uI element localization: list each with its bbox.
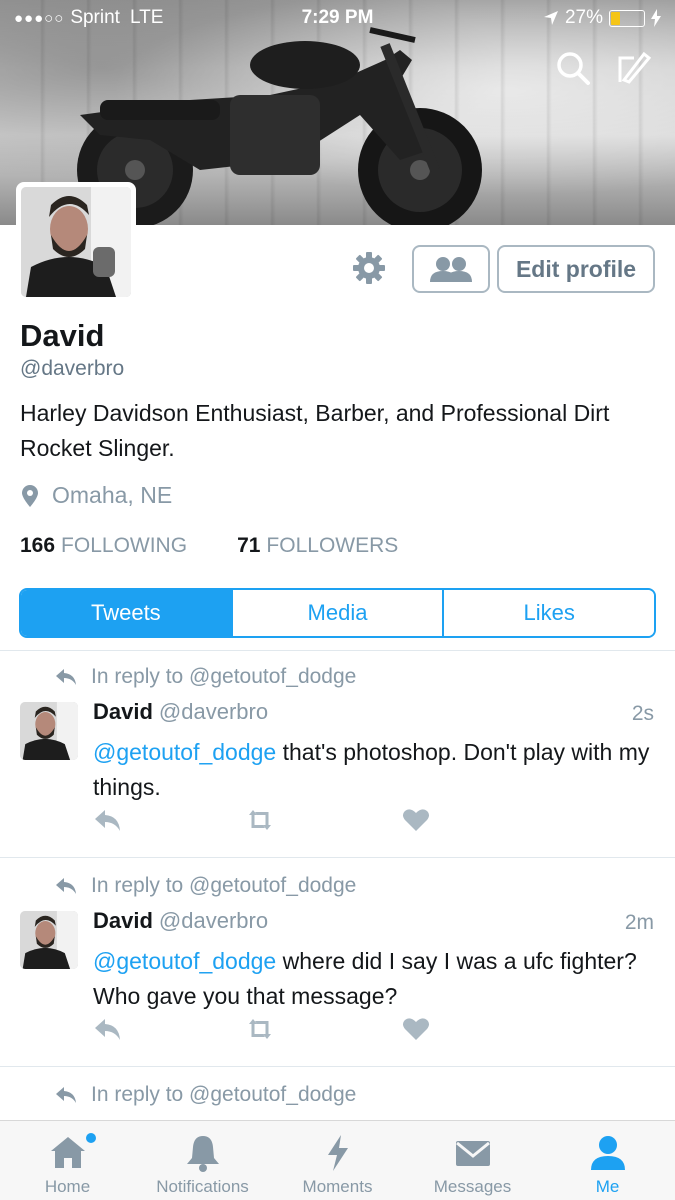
tab-media[interactable]: Media — [232, 590, 445, 636]
nav-me-label: Me — [595, 1177, 620, 1196]
tweet-avatar[interactable] — [20, 702, 78, 760]
followers-stat[interactable]: 71 FOLLOWERS — [237, 534, 398, 558]
tab-tweets[interactable]: Tweets — [21, 590, 233, 636]
tweet-actions — [93, 1014, 433, 1044]
profile-name: David — [20, 318, 105, 353]
divider — [0, 650, 675, 651]
network-type: LTE — [129, 7, 164, 28]
nav-me[interactable]: Me — [540, 1121, 675, 1200]
tweet-author-name[interactable]: David — [93, 908, 153, 933]
divider — [0, 857, 675, 858]
carrier-name: Sprint — [70, 7, 120, 28]
reply-context: In reply to @getoutof_dodge — [55, 874, 356, 898]
location-pin-icon — [22, 484, 38, 507]
retweet-icon[interactable] — [245, 1014, 275, 1044]
home-icon — [50, 1137, 85, 1168]
following-label: FOLLOWING — [61, 534, 188, 557]
nav-notifications-label: Notifications — [156, 1177, 249, 1196]
nav-home[interactable]: Home — [0, 1121, 135, 1200]
tweet-header: David @daverbro — [93, 699, 268, 725]
tweet-item[interactable]: In reply to @getoutof_dodge — [0, 1083, 675, 1119]
nav-messages-label: Messages — [433, 1177, 512, 1196]
reply-arrow-icon — [56, 1087, 76, 1103]
reply-context: In reply to @getoutof_dodge — [55, 665, 356, 689]
location-text: Omaha, NE — [52, 482, 173, 508]
avatar-photo — [20, 702, 78, 760]
nav-notifications[interactable]: Notifications — [135, 1121, 270, 1200]
retweet-icon[interactable] — [245, 805, 275, 835]
settings-gear-icon[interactable] — [352, 251, 386, 285]
tweet-text: @getoutof_dodge that's photoshop. Don't … — [93, 735, 653, 805]
profile-stats: 166 FOLLOWING 71 FOLLOWERS — [20, 534, 398, 558]
reply-icon[interactable] — [93, 1014, 123, 1044]
tweet-text: @getoutof_dodge where did I say I was a … — [93, 944, 653, 1014]
profile-handle: @daverbro — [20, 357, 125, 380]
signal-strength: ●●●○○ — [14, 9, 65, 27]
following-stat[interactable]: 166 FOLLOWING — [20, 534, 187, 558]
charging-bolt-icon — [651, 9, 661, 27]
search-icon[interactable] — [553, 48, 593, 88]
location-arrow-icon — [543, 11, 558, 25]
lists-button[interactable] — [412, 245, 490, 293]
tweet-timestamp: 2s — [631, 702, 654, 725]
following-count: 166 — [20, 534, 56, 557]
tweet-author-handle: @daverbro — [158, 699, 269, 724]
profile-avatar[interactable] — [16, 182, 136, 302]
reply-context-text[interactable]: In reply to @getoutof_dodge — [91, 874, 356, 898]
avatar-photo — [21, 187, 131, 297]
like-heart-icon[interactable] — [401, 1014, 431, 1044]
battery-icon — [609, 9, 645, 27]
reply-context: In reply to @getoutof_dodge — [55, 1083, 356, 1107]
divider — [0, 1066, 675, 1067]
tweet-item[interactable]: In reply to @getoutof_dodge David @daverb… — [0, 874, 675, 1064]
tweet-timestamp: 2m — [624, 911, 654, 934]
bell-icon — [186, 1136, 219, 1172]
followers-count: 71 — [237, 534, 261, 557]
tab-likes[interactable]: Likes — [444, 590, 654, 636]
nav-moments-label: Moments — [302, 1177, 373, 1196]
nav-messages[interactable]: Messages — [405, 1121, 540, 1200]
battery-percent: 27% — [564, 7, 603, 28]
reply-context-text[interactable]: In reply to @getoutof_dodge — [91, 665, 356, 689]
tweet-mention[interactable]: @getoutof_dodge — [93, 948, 276, 974]
bottom-tab-bar: Home Notifications Moments Messages Me — [0, 1120, 675, 1200]
followers-label: FOLLOWERS — [266, 534, 399, 557]
edit-profile-button[interactable]: Edit profile — [497, 245, 655, 293]
profile-tabs: Tweets Media Likes — [19, 588, 656, 638]
tweet-author-name[interactable]: David — [93, 699, 153, 724]
avatar-photo — [20, 911, 78, 969]
envelope-icon — [455, 1141, 490, 1166]
tweet-author-handle: @daverbro — [158, 908, 269, 933]
reply-context-text[interactable]: In reply to @getoutof_dodge — [91, 1083, 356, 1107]
nav-moments[interactable]: Moments — [270, 1121, 405, 1200]
compose-icon[interactable] — [614, 48, 654, 88]
person-icon — [590, 1136, 625, 1170]
profile-bio: Harley Davidson Enthusiast, Barber, and … — [20, 400, 610, 461]
tweet-header: David @daverbro — [93, 908, 268, 934]
lightning-icon — [327, 1135, 348, 1171]
people-icon — [430, 257, 472, 282]
reply-arrow-icon — [56, 878, 76, 894]
notification-dot — [86, 1133, 96, 1143]
profile-location: Omaha, NE — [22, 482, 172, 509]
reply-arrow-icon — [56, 669, 76, 685]
status-bar: ●●●○○ Sprint LTE 7:29 PM 27% — [0, 0, 675, 36]
tweet-mention[interactable]: @getoutof_dodge — [93, 739, 276, 765]
like-heart-icon[interactable] — [401, 805, 431, 835]
nav-home-label: Home — [44, 1177, 91, 1196]
reply-icon[interactable] — [93, 805, 123, 835]
tweet-avatar[interactable] — [20, 911, 78, 969]
tweet-item[interactable]: In reply to @getoutof_dodge David @daverb… — [0, 665, 675, 855]
tweet-actions — [93, 805, 433, 835]
